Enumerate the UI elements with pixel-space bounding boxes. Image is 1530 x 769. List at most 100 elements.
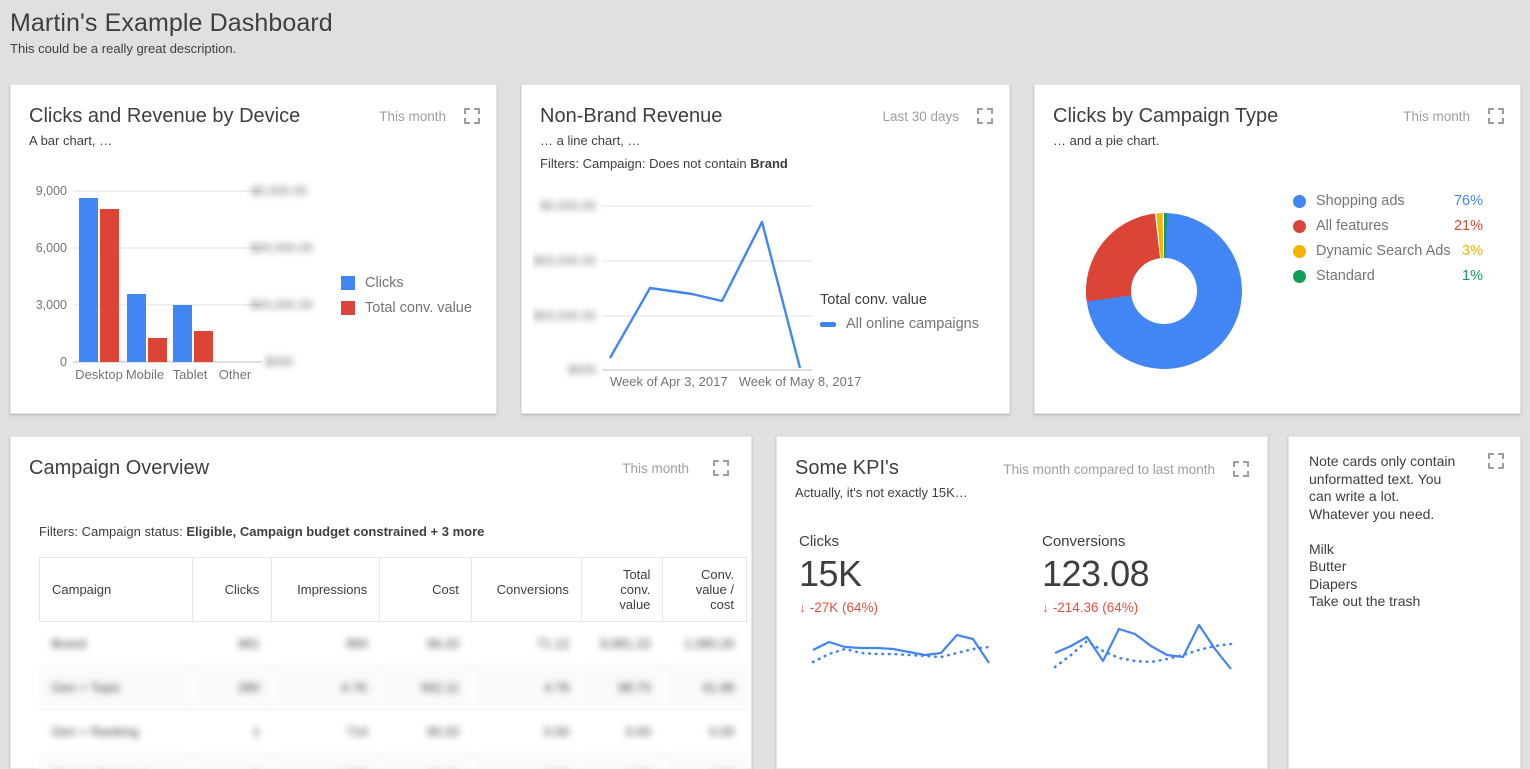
table-row[interactable]: Display Retarget 6 1,089 81.11 0.00 0.00… (40, 754, 747, 769)
svg-text:Desktop: Desktop (75, 367, 123, 382)
dashboard-header: Martin's Example Dashboard This could be… (10, 8, 333, 58)
y-axis-ticks-redacted: $0,000.00 $00,000.00 $00,000.00 $000 (533, 199, 596, 377)
svg-text:$0,000.00: $0,000.00 (251, 184, 307, 198)
line-series-all-online-campaigns (610, 222, 800, 368)
filters-prefix: Filters: Campaign status: (39, 524, 186, 539)
expand-icon[interactable] (464, 108, 480, 124)
table-header: Campaign Clicks Impressions Cost Convers… (40, 558, 747, 622)
cell-clicks: 1 (192, 710, 271, 754)
svg-text:$00,000.00: $00,000.00 (533, 309, 596, 323)
cell-conv-value-cost: 41.98 (663, 666, 747, 710)
cell-conv-value-cost: 0.00 (663, 754, 747, 769)
filters-prefix: Filters: Campaign: Does not contain (540, 156, 750, 171)
bar-chart: 9,000 6,000 3,000 0 Desktop Mobile Table… (17, 180, 347, 395)
legend-item[interactable]: All online campaigns (820, 316, 979, 332)
legend-item[interactable]: Dynamic Search Ads 3% (1293, 243, 1483, 259)
column-header-campaign[interactable]: Campaign (40, 558, 193, 622)
legend-label: Total conv. value (365, 300, 472, 316)
expand-icon[interactable] (1488, 453, 1504, 469)
card-header: Some KPI's Actually, it's not exactly 15… (777, 437, 1267, 502)
card-some-kpis[interactable]: Some KPI's Actually, it's not exactly 15… (776, 436, 1268, 769)
legend-item[interactable]: Standard 1% (1293, 268, 1483, 284)
cell-clicks: 6 (192, 754, 271, 769)
filters-value: Eligible, Campaign budget constrained + … (186, 524, 484, 539)
table-row[interactable]: Brand 981 984 96.20 71.12 9,981.22 1,080… (40, 622, 747, 666)
legend-title: Total conv. value (820, 292, 979, 308)
cell-impressions: 4.7K (272, 666, 380, 710)
cell-conversions: 0.00 (471, 754, 581, 769)
legend-value: 76% (1454, 193, 1483, 209)
date-range-label[interactable]: This month (622, 461, 689, 476)
cell-cost: 81.11 (380, 754, 472, 769)
sparkline-current-series (813, 635, 989, 663)
column-header-clicks[interactable]: Clicks (192, 558, 271, 622)
cell-total-conv-value: 98.75 (581, 666, 662, 710)
column-header-cost[interactable]: Cost (380, 558, 472, 622)
svg-text:3,000: 3,000 (36, 298, 67, 312)
column-header-total-conv-value[interactable]: Total conv. value (581, 558, 662, 622)
expand-icon[interactable] (713, 460, 729, 476)
bar-series-total-conv-value (100, 209, 213, 362)
table-row[interactable]: Gen + Ranking 1 714 90.20 0.00 0.00 0.00 (40, 710, 747, 754)
card-header: Campaign Overview This month (11, 437, 751, 481)
cell-total-conv-value: 0.00 (581, 710, 662, 754)
svg-text:$000: $000 (568, 363, 596, 377)
expand-icon[interactable] (1233, 461, 1249, 477)
card-non-brand-revenue[interactable]: Non-Brand Revenue … a line chart, … Filt… (521, 84, 1010, 414)
svg-text:$000: $000 (265, 355, 293, 369)
column-header-impressions[interactable]: Impressions (272, 558, 380, 622)
kpi-delta: ↓-27K (64%) (799, 598, 878, 618)
svg-text:Other: Other (219, 367, 252, 382)
card-filters: Filters: Campaign: Does not contain Bran… (540, 155, 991, 173)
filters-value: Brand (750, 156, 788, 171)
pie-chart (1079, 191, 1279, 391)
legend-item[interactable]: Total conv. value (341, 300, 472, 316)
expand-icon[interactable] (977, 108, 993, 124)
pie-chart-legend: Shopping ads 76% All features 21% Dynami… (1293, 193, 1483, 293)
legend-item[interactable]: Clicks (341, 275, 472, 291)
legend-item[interactable]: All features 21% (1293, 218, 1483, 234)
cell-impressions: 714 (272, 710, 380, 754)
card-filters: Filters: Campaign status: Eligible, Camp… (39, 524, 484, 539)
date-range-label[interactable]: This month (1403, 109, 1470, 124)
sparkline-conversions (1049, 617, 1239, 677)
date-range-label[interactable]: This month (379, 109, 446, 124)
card-clicks-revenue-by-device[interactable]: Clicks and Revenue by Device A bar chart… (10, 84, 497, 414)
cell-conversions: 4.78 (471, 666, 581, 710)
x-axis-ticks: Week of Apr 3, 2017 Week of May 8, 2017 (610, 374, 861, 389)
svg-text:$00,000.00: $00,000.00 (250, 241, 313, 255)
card-subtitle: … a line chart, … (540, 132, 991, 150)
legend-value: 1% (1462, 268, 1483, 284)
cell-conv-value-cost: 0.00 (663, 710, 747, 754)
campaign-table[interactable]: Campaign Clicks Impressions Cost Convers… (39, 557, 747, 769)
card-header: Clicks and Revenue by Device A bar chart… (11, 85, 496, 150)
cell-total-conv-value: 9,981.22 (581, 622, 662, 666)
column-header-conversions[interactable]: Conversions (471, 558, 581, 622)
cell-impressions: 1,089 (272, 754, 380, 769)
date-range-label[interactable]: Last 30 days (882, 109, 959, 124)
date-range-label[interactable]: This month compared to last month (1003, 462, 1215, 477)
legend-item[interactable]: Shopping ads 76% (1293, 193, 1483, 209)
legend-swatch-dynamic-search-ads (1293, 245, 1306, 258)
card-campaign-overview[interactable]: Campaign Overview This month Filters: Ca… (10, 436, 752, 769)
cell-cost: 90.20 (380, 710, 472, 754)
legend-label: Dynamic Search Ads (1316, 243, 1462, 259)
table-row[interactable]: Gen + Topic 280 4.7K 562.11 4.78 98.75 4… (40, 666, 747, 710)
page-title: Martin's Example Dashboard (10, 8, 333, 38)
legend-swatch-total-conv-value (341, 301, 355, 315)
card-subtitle: Actually, it's not exactly 15K… (795, 484, 1249, 502)
kpi-delta-value: -27K (64%) (810, 600, 878, 615)
column-header-conv-value-cost[interactable]: Conv. value / cost (663, 558, 747, 622)
card-header: Clicks by Campaign Type … and a pie char… (1035, 85, 1520, 150)
card-clicks-by-campaign-type[interactable]: Clicks by Campaign Type … and a pie char… (1034, 84, 1521, 414)
svg-text:$0,000.00: $0,000.00 (540, 199, 596, 213)
kpi-conversions: Conversions 123.08 ↓-214.36 (64%) (1042, 532, 1149, 618)
card-note[interactable]: Note cards only contain unformatted text… (1288, 436, 1521, 769)
legend-value: 3% (1462, 243, 1483, 259)
cell-clicks: 280 (192, 666, 271, 710)
donut-slices (1086, 213, 1242, 369)
svg-text:Mobile: Mobile (126, 367, 164, 382)
expand-icon[interactable] (1488, 108, 1504, 124)
legend-swatch-clicks (341, 276, 355, 290)
sparkline-clicks (807, 617, 997, 677)
